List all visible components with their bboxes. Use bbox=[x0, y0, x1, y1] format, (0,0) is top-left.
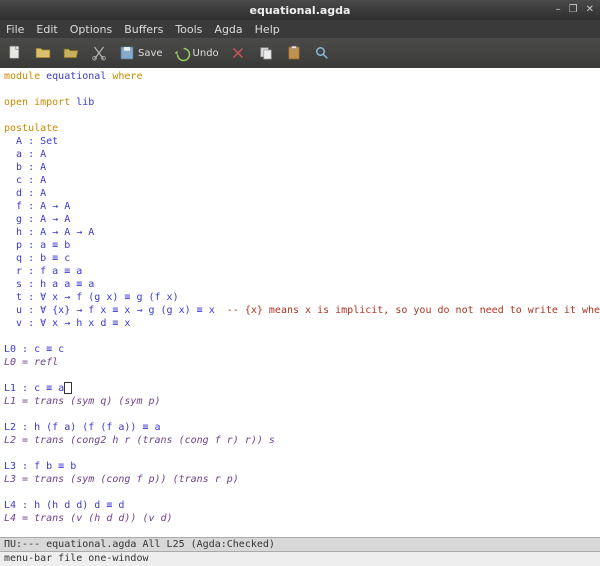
minimize-icon[interactable]: – bbox=[556, 5, 561, 15]
close-icon[interactable]: ✕ bbox=[586, 5, 594, 15]
minibuffer-text: menu-bar file one-window bbox=[4, 553, 149, 564]
save-button[interactable]: Save bbox=[118, 44, 163, 62]
code-editor[interactable]: module equational where open import lib … bbox=[0, 68, 600, 537]
paste-icon bbox=[285, 44, 303, 62]
window-title: equational.agda bbox=[250, 4, 351, 17]
search-button[interactable] bbox=[313, 44, 331, 62]
cut-button[interactable] bbox=[90, 44, 108, 62]
menu-file[interactable]: File bbox=[6, 23, 24, 36]
close-buffer-button[interactable] bbox=[229, 44, 247, 62]
menu-help[interactable]: Help bbox=[255, 23, 280, 36]
cursor bbox=[64, 382, 72, 394]
undo-label: Undo bbox=[193, 48, 219, 59]
menu-buffers[interactable]: Buffers bbox=[124, 23, 163, 36]
save-label: Save bbox=[138, 48, 163, 59]
toolbar: Save Undo bbox=[0, 38, 600, 68]
new-file-button[interactable] bbox=[6, 44, 24, 62]
menu-tools[interactable]: Tools bbox=[175, 23, 202, 36]
undo-button[interactable]: Undo bbox=[173, 44, 219, 62]
search-icon bbox=[313, 44, 331, 62]
code-content: module equational where open import lib … bbox=[4, 70, 596, 537]
menubar: File Edit Options Buffers Tools Agda Hel… bbox=[0, 20, 600, 38]
menu-agda[interactable]: Agda bbox=[214, 23, 242, 36]
window-controls: – ❐ ✕ bbox=[556, 5, 594, 15]
paste-button[interactable] bbox=[285, 44, 303, 62]
cut-icon bbox=[90, 44, 108, 62]
folder-icon bbox=[34, 44, 52, 62]
menu-edit[interactable]: Edit bbox=[36, 23, 57, 36]
modeline: ΠU:--- equational.agda All L25 (Agda:Che… bbox=[0, 537, 600, 552]
directory-button[interactable] bbox=[62, 44, 80, 62]
copy-icon bbox=[257, 44, 275, 62]
folder-open-icon bbox=[62, 44, 80, 62]
modeline-text: ΠU:--- equational.agda All L25 (Agda:Che… bbox=[4, 539, 275, 550]
copy-button[interactable] bbox=[257, 44, 275, 62]
save-icon bbox=[118, 44, 136, 62]
maximize-icon[interactable]: ❐ bbox=[569, 5, 578, 15]
x-icon bbox=[229, 44, 247, 62]
menu-options[interactable]: Options bbox=[70, 23, 112, 36]
minibuffer[interactable]: menu-bar file one-window bbox=[0, 552, 600, 566]
open-file-button[interactable] bbox=[34, 44, 52, 62]
document-icon bbox=[6, 44, 24, 62]
window-titlebar: equational.agda – ❐ ✕ bbox=[0, 0, 600, 20]
undo-icon bbox=[173, 44, 191, 62]
